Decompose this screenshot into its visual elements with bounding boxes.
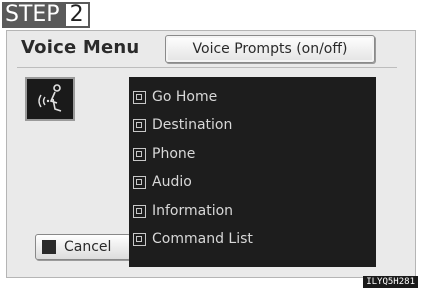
list-item-label: Information — [152, 203, 234, 219]
list-item-label: Phone — [152, 146, 196, 162]
list-item-phone[interactable]: Phone — [133, 141, 195, 167]
step-indicator: STEP 2 — [2, 2, 90, 28]
cancel-button[interactable]: Cancel — [35, 234, 131, 260]
voice-item-icon — [133, 175, 146, 189]
figure-code: ILYQ5H281 — [363, 276, 418, 288]
list-item-information[interactable]: Information — [133, 198, 233, 224]
voice-item-icon — [133, 147, 146, 161]
voice-menu-screen: Voice Menu Voice Prompts (on/off) Cancel… — [6, 30, 416, 278]
list-item-audio[interactable]: Audio — [133, 169, 192, 195]
step-label: STEP — [2, 2, 64, 28]
voice-command-list: Go Home Destination Phone Audio Informat… — [129, 77, 376, 267]
step-number: 2 — [63, 2, 90, 28]
list-item-label: Go Home — [152, 89, 218, 105]
voice-item-icon — [133, 90, 146, 104]
voice-item-icon — [133, 204, 146, 218]
voice-item-icon — [133, 232, 146, 246]
voice-command-icon — [25, 77, 75, 121]
voice-prompts-toggle-button[interactable]: Voice Prompts (on/off) — [165, 35, 375, 63]
list-item-go-home[interactable]: Go Home — [133, 84, 217, 110]
list-item-label: Audio — [152, 174, 192, 190]
list-item-label: Command List — [152, 231, 253, 247]
cancel-label: Cancel — [64, 239, 112, 255]
page-title: Voice Menu — [21, 37, 140, 58]
list-item-destination[interactable]: Destination — [133, 112, 232, 138]
list-item-command-list[interactable]: Command List — [133, 226, 253, 252]
voice-item-icon — [133, 118, 146, 132]
cancel-icon — [42, 240, 56, 254]
list-item-label: Destination — [152, 117, 233, 133]
